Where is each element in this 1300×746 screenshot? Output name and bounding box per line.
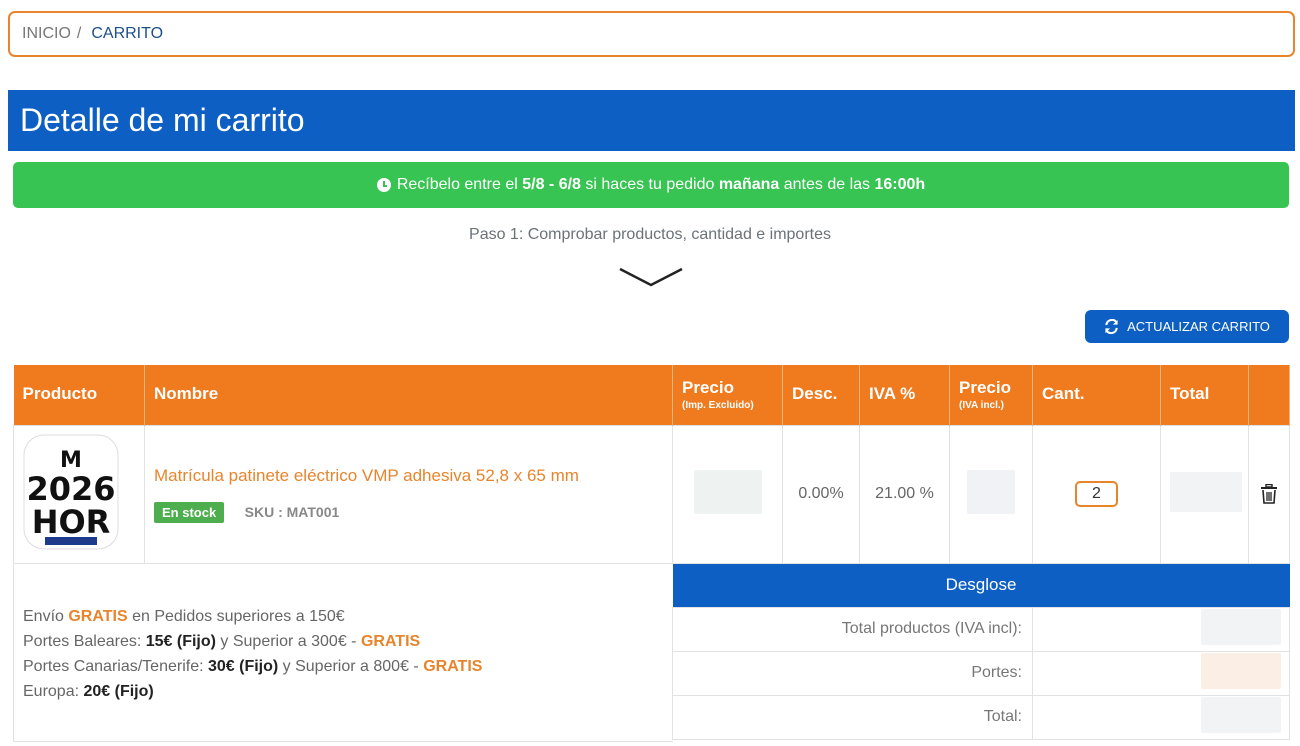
discount-cell: 0.00% (782, 424, 860, 564)
update-cart-label: ACTUALIZAR CARRITO (1127, 319, 1270, 334)
header-discount: Desc. (782, 365, 860, 425)
price-incl-redacted (967, 469, 1015, 514)
step-text: Paso 1: Comprobar productos, cantidad e … (469, 226, 831, 243)
refresh-icon (1105, 319, 1118, 334)
shipping-price: 20€ (Fijo) (83, 683, 154, 700)
product-name-cell: Matrícula patinete eléctrico VMP adhesiv… (144, 424, 673, 564)
price-excl-cell (672, 424, 783, 564)
shipping-text: Envío (23, 608, 69, 625)
price-excl-redacted (693, 469, 762, 514)
page-title: Detalle de mi carrito (8, 90, 1295, 151)
clock-icon (376, 178, 391, 192)
shipping-free-label: GRATIS (360, 633, 421, 650)
header-total: Total (1160, 365, 1249, 425)
shipping-price: 15€ (Fijo) (145, 633, 216, 650)
header-price-excl-label: Precio (682, 377, 734, 397)
breadcrumb-separator: / (76, 25, 82, 42)
shipping-text: y Superior a 800€ - (278, 658, 424, 675)
shipping-line-europa: Europa: 20€ (Fijo) (23, 679, 482, 704)
summary-table: Desglose Total productos (IVA incl): Por… (672, 564, 1290, 740)
header-product: Producto (13, 365, 145, 425)
quantity-input[interactable] (1075, 481, 1118, 507)
shipping-line-free: Envío GRATIS en Pedidos superiores a 150… (23, 604, 482, 629)
total-cell (1160, 424, 1249, 564)
header-price-incl-label: Precio (959, 377, 1011, 397)
shipping-free-label: GRATIS (68, 608, 128, 625)
summary-total-value (1032, 694, 1290, 740)
shipping-info: Envío GRATIS en Pedidos superiores a 150… (23, 604, 482, 704)
summary-total-label: Total: (672, 694, 1033, 740)
table-row: M 2026 HOR Matrícula patinete eléctrico … (13, 424, 1290, 564)
plate-letters: HOR (32, 503, 111, 541)
summary-title: Desglose (672, 564, 1290, 607)
trash-icon[interactable] (1260, 484, 1278, 504)
delivery-prefix: Recíbelo entre el (396, 176, 518, 193)
summary-total-redacted (1201, 696, 1281, 733)
summary-products-label: Total productos (IVA incl): (672, 606, 1033, 652)
shipping-text: Europa: (23, 683, 84, 700)
breadcrumb-home-link[interactable]: INICIO (22, 25, 71, 43)
summary-products-redacted (1201, 608, 1281, 645)
header-price-excl: Precio (Imp. Excluido) (672, 365, 783, 425)
stock-badge: En stock (154, 501, 225, 523)
delivery-time: 16:00h (874, 176, 926, 193)
shipping-price: 30€ (Fijo) (207, 658, 279, 675)
breadcrumb: INICIO / CARRITO (8, 11, 1295, 57)
header-price-excl-sub: (Imp. Excluido) (682, 399, 754, 411)
header-price-incl: Precio (IVA incl.) (949, 365, 1033, 425)
breadcrumb-current: CARRITO (91, 25, 164, 42)
summary-shipping-label: Portes: (672, 650, 1033, 696)
vat-cell: 21.00 % (859, 424, 950, 564)
update-cart-button[interactable]: ACTUALIZAR CARRITO (1085, 310, 1289, 343)
shipping-text: Portes Canarias/Tenerife: (23, 658, 208, 675)
shipping-text: y Superior a 300€ - (215, 633, 361, 650)
shipping-line-canarias: Portes Canarias/Tenerife: 30€ (Fijo) y S… (23, 654, 482, 679)
summary-shipping-redacted (1201, 652, 1281, 689)
summary-shipping-value (1032, 650, 1290, 696)
delivery-before: antes de las (783, 176, 871, 193)
summary-row-total: Total: (672, 694, 1290, 740)
shipping-free-label: GRATIS (423, 658, 483, 675)
delivery-dates: 5/8 - 6/8 (522, 176, 581, 193)
header-actions (1248, 365, 1290, 425)
delivery-banner: Recíbelo entre el 5/8 - 6/8 si haces tu … (13, 162, 1289, 208)
product-image-cell: M 2026 HOR (13, 424, 145, 564)
actions-cell (1248, 424, 1290, 564)
delivery-day: mañana (718, 176, 780, 193)
summary-row-products: Total productos (IVA incl): (672, 606, 1290, 652)
summary-products-value (1032, 606, 1290, 652)
header-price-incl-sub: (IVA incl.) (959, 399, 1004, 411)
header-name: Nombre (144, 365, 673, 425)
shipping-text: Portes Baleares: (23, 633, 146, 650)
product-thumbnail[interactable]: M 2026 HOR (23, 434, 119, 550)
cart-table: Producto Nombre Precio (Imp. Excluido) De… (13, 365, 1290, 564)
product-name-link[interactable]: Matrícula patinete eléctrico VMP adhesiv… (154, 466, 663, 486)
chevron-down-icon (619, 267, 683, 287)
price-incl-cell (949, 424, 1033, 564)
total-redacted (1170, 471, 1242, 512)
shipping-text: en Pedidos superiores a 150€ (127, 608, 345, 625)
qty-cell (1032, 424, 1161, 564)
product-sku: SKU : MAT001 (244, 503, 340, 520)
header-vat: IVA % (859, 365, 950, 425)
delivery-middle: si haces tu pedido (585, 176, 715, 193)
summary-row-shipping: Portes: (672, 650, 1290, 696)
header-qty: Cant. (1032, 365, 1161, 425)
shipping-line-baleares: Portes Baleares: 15€ (Fijo) y Superior a… (23, 629, 482, 654)
